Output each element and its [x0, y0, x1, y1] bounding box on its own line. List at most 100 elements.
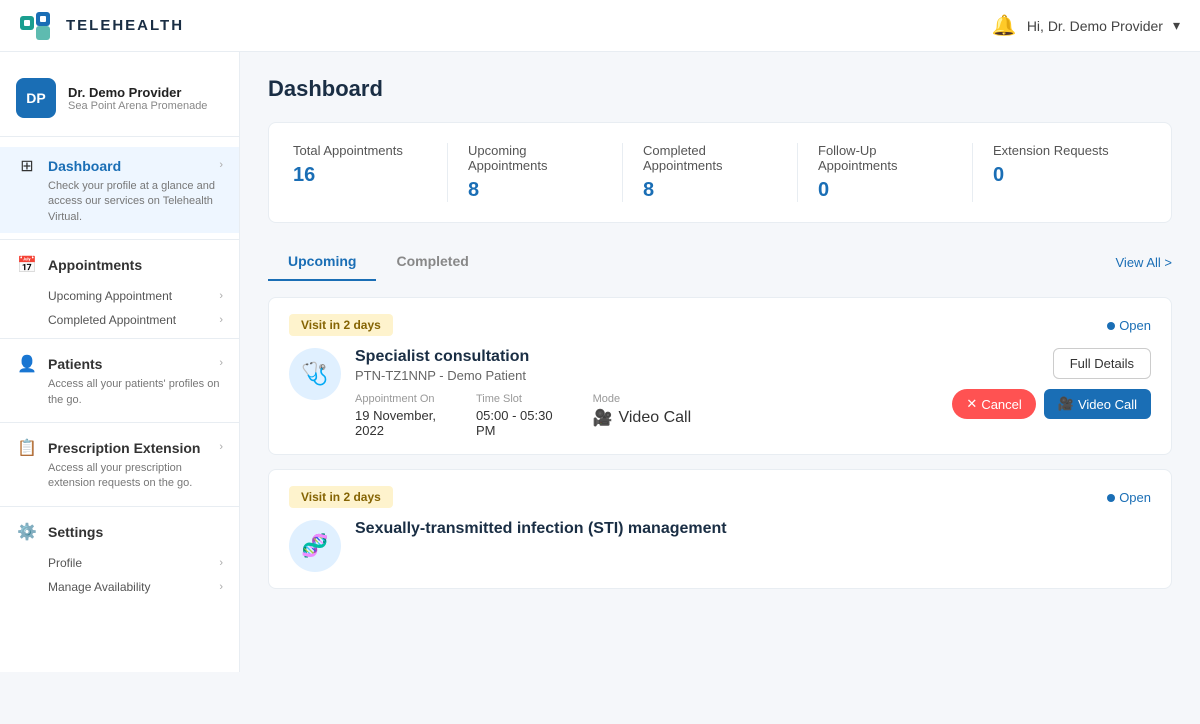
logo-area: TELEHEALTH [20, 12, 184, 40]
sidebar-label-settings: Settings [48, 524, 103, 540]
dashboard-desc: Check your profile at a glance and acces… [16, 179, 223, 225]
stat-completed-label: Completed Appointments [643, 143, 777, 173]
sidebar-subitem-completed-appointment[interactable]: Completed Appointment › [0, 308, 239, 332]
app-title: TELEHEALTH [66, 17, 184, 34]
tab-completed[interactable]: Completed [376, 243, 488, 281]
video-camera-icon: 🎥 [593, 408, 613, 428]
chevron-right-icon: › [219, 290, 223, 302]
user-greeting: Hi, Dr. Demo Provider [1027, 18, 1163, 34]
sidebar-label-prescription: Prescription Extension [48, 440, 200, 456]
prescription-desc: Access all your prescription extension r… [16, 461, 223, 492]
video-icon: 🎥 [1058, 396, 1074, 412]
appt-details: Appointment On 19 November,2022 Time Slo… [355, 393, 691, 438]
view-all-link[interactable]: View All > [1116, 255, 1173, 270]
settings-icon: ⚙️ [16, 521, 38, 543]
appt-actions: Full Details ✕ Cancel 🎥 Video Call [952, 348, 1151, 419]
visit-badge-2: Visit in 2 days [289, 486, 393, 508]
status-dot-icon-2 [1107, 494, 1115, 502]
video-call-button[interactable]: 🎥 Video Call [1044, 389, 1151, 419]
user-chevron-icon[interactable]: ▾ [1173, 17, 1180, 34]
full-details-button[interactable]: Full Details [1053, 348, 1151, 379]
chevron-right-icon: › [219, 441, 223, 453]
stat-extension-label: Extension Requests [993, 143, 1127, 158]
appt-time-group: Time Slot 05:00 - 05:30PM [476, 393, 553, 438]
chevron-right-icon: › [219, 314, 223, 326]
appt-name-2: Sexually-transmitted infection (STI) man… [355, 520, 1151, 538]
stat-followup-appointments: Follow-Up Appointments 0 [798, 143, 973, 202]
patients-desc: Access all your patients' profiles on th… [16, 377, 223, 408]
user-info: Dr. Demo Provider Sea Point Arena Promen… [68, 85, 207, 112]
telehealth-logo-icon [20, 12, 56, 40]
stat-completed-value: 8 [643, 179, 777, 202]
sidebar-subitem-manage-availability[interactable]: Manage Availability › [0, 575, 239, 599]
video-call-label: Video Call [1078, 397, 1137, 412]
chevron-right-icon: › [219, 557, 223, 569]
avatar: DP [16, 78, 56, 118]
profile-label: Profile [48, 556, 82, 570]
stat-total-appointments: Total Appointments 16 [293, 143, 448, 202]
patients-icon: 👤 [16, 353, 38, 375]
sidebar-label-dashboard: Dashboard [48, 158, 121, 174]
completed-appointment-label: Completed Appointment [48, 313, 176, 327]
appt-mode-value: 🎥 Video Call [593, 408, 692, 428]
appt-avatar-icon-2: 🧬 [289, 520, 341, 572]
sidebar-item-patients[interactable]: 👤 Patients › Access all your patients' p… [0, 345, 239, 416]
chevron-right-icon: › [219, 581, 223, 593]
appt-mode-label: Mode [593, 393, 692, 405]
status-dot-icon [1107, 322, 1115, 330]
sidebar-item-appointments[interactable]: 📅 Appointments [0, 246, 239, 284]
main-layout: DP Dr. Demo Provider Sea Point Arena Pro… [0, 52, 1200, 672]
main-content: Dashboard Total Appointments 16 Upcoming… [240, 52, 1200, 672]
appt-info-2: Sexually-transmitted infection (STI) man… [355, 520, 1151, 540]
user-menu[interactable]: 🔔 Hi, Dr. Demo Provider ▾ [992, 13, 1180, 38]
user-org: Sea Point Arena Promenade [68, 100, 207, 112]
appt-info: Specialist consultation PTN-TZ1NNP - Dem… [355, 348, 691, 438]
sidebar-item-dashboard[interactable]: ⊞ Dashboard › Check your profile at a gl… [0, 147, 239, 233]
tab-upcoming[interactable]: Upcoming [268, 243, 376, 281]
stat-upcoming-value: 8 [468, 179, 602, 202]
sidebar-subitem-profile[interactable]: Profile › [0, 551, 239, 575]
stat-total-value: 16 [293, 164, 427, 187]
app-header: TELEHEALTH 🔔 Hi, Dr. Demo Provider ▾ [0, 0, 1200, 52]
appt-name: Specialist consultation [355, 348, 691, 366]
appointments-icon: 📅 [16, 254, 38, 276]
appt-body: 🩺 Specialist consultation PTN-TZ1NNP - D… [289, 348, 691, 438]
sidebar: DP Dr. Demo Provider Sea Point Arena Pro… [0, 52, 240, 672]
tabs: Upcoming Completed [268, 243, 489, 281]
appt-time-label: Time Slot [476, 393, 553, 405]
stat-followup-label: Follow-Up Appointments [818, 143, 952, 173]
cancel-button[interactable]: ✕ Cancel [952, 389, 1035, 419]
appt-date-group: Appointment On 19 November,2022 [355, 393, 436, 438]
visit-badge: Visit in 2 days [289, 314, 393, 336]
cancel-icon: ✕ [966, 396, 977, 412]
appt-top-row-2: Visit in 2 days Open [289, 486, 1151, 508]
status-badge-2: Open [1107, 490, 1151, 505]
notification-bell-icon[interactable]: 🔔 [992, 13, 1017, 38]
sidebar-item-settings[interactable]: ⚙️ Settings [0, 513, 239, 551]
appt-date-value: 19 November,2022 [355, 408, 436, 438]
appt-patient: PTN-TZ1NNP - Demo Patient [355, 368, 691, 383]
appointment-card-2: Visit in 2 days Open 🧬 Sexually-transmit… [268, 469, 1172, 589]
stat-upcoming-label: Upcoming Appointments [468, 143, 602, 173]
sidebar-subitem-upcoming-appointment[interactable]: Upcoming Appointment › [0, 284, 239, 308]
appt-time-value: 05:00 - 05:30PM [476, 408, 553, 438]
dashboard-icon: ⊞ [16, 155, 38, 177]
status-badge: Open [1107, 318, 1151, 333]
mode-text: Video Call [618, 409, 691, 427]
tabs-row: Upcoming Completed View All > [268, 243, 1172, 281]
stat-completed-appointments: Completed Appointments 8 [623, 143, 798, 202]
cancel-label: Cancel [981, 397, 1021, 412]
appt-mode-group: Mode 🎥 Video Call [593, 393, 692, 438]
manage-availability-label: Manage Availability [48, 580, 151, 594]
appt-top-row: Visit in 2 days Open [289, 314, 1151, 336]
user-card: DP Dr. Demo Provider Sea Point Arena Pro… [0, 68, 239, 137]
stat-extension-requests: Extension Requests 0 [973, 143, 1147, 202]
page-title: Dashboard [268, 76, 1172, 102]
chevron-right-icon: › [219, 357, 223, 369]
stat-extension-value: 0 [993, 164, 1127, 187]
stat-followup-value: 0 [818, 179, 952, 202]
appointment-card: Visit in 2 days Open 🩺 Specialist consul… [268, 297, 1172, 455]
chevron-right-icon: › [219, 159, 223, 171]
appt-avatar-icon: 🩺 [289, 348, 341, 400]
sidebar-item-prescription[interactable]: 📋 Prescription Extension › Access all yo… [0, 429, 239, 500]
